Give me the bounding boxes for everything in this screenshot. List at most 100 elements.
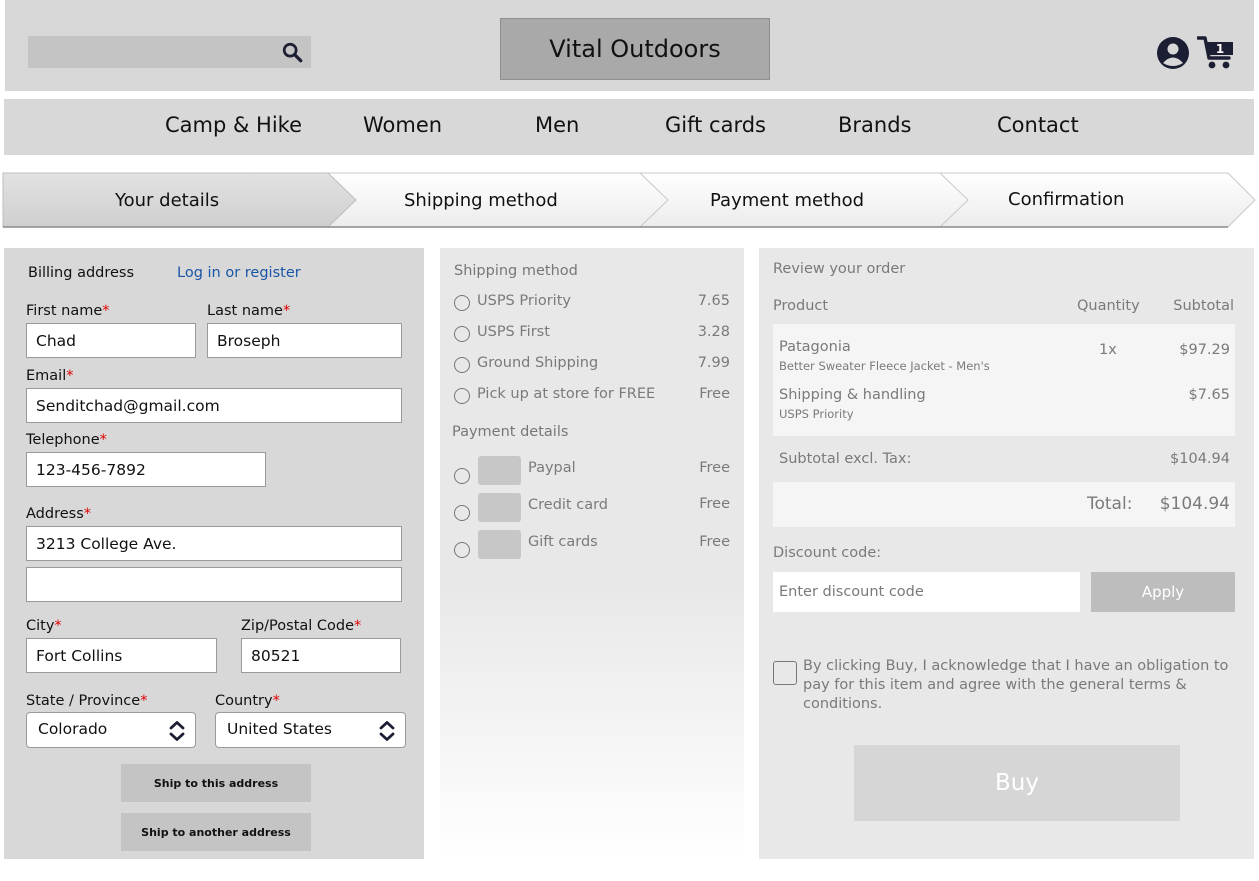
login-register-link[interactable]: Log in or register [177,265,301,281]
state-selected-value: Colorado [38,720,108,738]
step-your-details[interactable]: Your details [115,190,219,211]
radio-button[interactable] [454,326,470,342]
zip-label: Zip/Postal Code* [241,618,362,634]
site-header: Vital Outdoors 1 [5,0,1254,91]
payment-option-paypal[interactable]: Paypal Free [454,456,734,496]
address-line1-field[interactable] [26,526,402,561]
payment-option-label: Credit card [528,497,608,513]
telephone-field[interactable] [26,452,266,487]
paypal-logo-icon [478,456,521,485]
credit-card-logo-icon [478,493,521,522]
billing-panel: Billing address Log in or register First… [4,248,424,859]
shopping-cart-icon[interactable]: 1 [1197,34,1235,70]
column-subtotal: Subtotal [1173,298,1234,314]
gift-card-logo-icon [478,530,521,559]
shipping-option-label: Ground Shipping [477,355,599,371]
first-name-field[interactable] [26,323,196,358]
total-value: $104.94 [1159,494,1230,514]
state-select[interactable]: Colorado [26,712,196,748]
country-select[interactable]: United States [215,712,406,748]
radio-button[interactable] [454,542,470,558]
radio-button[interactable] [454,357,470,373]
city-label: City* [26,618,62,634]
address-line2-field[interactable] [26,567,402,602]
state-label: State / Province* [26,693,148,709]
main-navigation: Camp & Hike Women Men Gift cards Brands … [4,99,1254,155]
nav-item-women[interactable]: Women [363,113,442,137]
last-name-label: Last name* [207,303,291,319]
country-selected-value: United States [227,720,332,738]
search-icon[interactable] [281,41,303,63]
nav-item-brands[interactable]: Brands [838,113,912,137]
terms-checkbox[interactable] [773,661,797,685]
shipping-option-label: USPS First [477,324,550,340]
review-title: Review your order [773,261,906,277]
shipping-method-title: Shipping method [454,263,578,279]
payment-option-price: Free [699,534,730,550]
zip-field[interactable] [241,638,401,673]
item-price: $97.29 [1179,342,1230,358]
discount-code-label: Discount code: [773,545,882,561]
user-account-icon[interactable] [1156,36,1190,70]
nav-item-men[interactable]: Men [535,113,579,137]
payment-option-price: Free [699,496,730,512]
payment-option-gift-cards[interactable]: Gift cards Free [454,530,734,570]
nav-item-camp-hike[interactable]: Camp & Hike [165,113,302,137]
apply-discount-button[interactable]: Apply [1091,572,1235,612]
column-quantity: Quantity [1077,298,1140,314]
ship-to-another-address-button[interactable]: Ship to another address [121,813,311,851]
step-shipping-method[interactable]: Shipping method [404,190,558,211]
shipping-panel: Shipping method USPS Priority 7.65 USPS … [440,248,744,859]
shipping-option-usps-first[interactable]: USPS First 3.28 [454,324,734,344]
billing-title: Billing address [28,265,135,281]
radio-button[interactable] [454,295,470,311]
review-order-panel: Review your order Product Quantity Subto… [759,248,1254,859]
checkout-steps: Your details Shipping method Payment met… [0,171,1259,231]
last-name-field[interactable] [207,323,402,358]
payment-details-title: Payment details [452,424,569,440]
ship-to-this-address-button[interactable]: Ship to this address [121,764,311,802]
item-name: Patagonia [779,339,851,355]
terms-text: By clicking Buy, I acknowledge that I ha… [803,658,1229,712]
payment-option-label: Paypal [528,460,576,476]
step-payment-method[interactable]: Payment method [710,190,864,211]
search-input[interactable] [28,36,311,68]
shipping-option-price: Free [699,386,730,402]
radio-button[interactable] [454,388,470,404]
chevron-up-down-icon [169,721,185,741]
first-name-label: First name* [26,303,110,319]
shipping-option-price: 7.99 [697,355,730,371]
shipping-option-ground[interactable]: Ground Shipping 7.99 [454,355,734,375]
radio-button[interactable] [454,505,470,521]
site-logo[interactable]: Vital Outdoors [500,18,770,80]
shipping-line-description: USPS Priority [779,407,854,421]
payment-option-credit-card[interactable]: Credit card Free [454,493,734,533]
nav-item-contact[interactable]: Contact [997,113,1079,137]
total-label: Total: [1087,494,1133,514]
shipping-option-price: 7.65 [697,293,730,309]
telephone-label: Telephone* [26,432,107,448]
email-field[interactable] [26,388,402,423]
step-confirmation[interactable]: Confirmation [1008,189,1124,210]
nav-item-gift-cards[interactable]: Gift cards [665,113,766,137]
column-product: Product [773,298,829,314]
radio-button[interactable] [454,468,470,484]
buy-button[interactable]: Buy [854,745,1180,821]
discount-code-input[interactable] [773,572,1080,612]
address-label: Address* [26,506,91,522]
payment-option-label: Gift cards [528,534,598,550]
cart-count-badge: 1 [1216,42,1224,56]
city-field[interactable] [26,638,217,673]
shipping-option-usps-priority[interactable]: USPS Priority 7.65 [454,293,734,313]
country-label: Country* [215,693,280,709]
chevron-up-down-icon [379,721,395,741]
payment-option-price: Free [699,460,730,476]
subtotal-label: Subtotal excl. Tax: [779,451,912,467]
shipping-option-price: 3.28 [697,324,730,340]
item-quantity: 1x [1099,342,1117,358]
item-description: Better Sweater Fleece Jacket - Men's [779,359,990,373]
subtotal-value: $104.94 [1170,451,1230,467]
shipping-line-price: $7.65 [1188,387,1230,403]
shipping-option-label: Pick up at store for FREE [477,386,656,402]
shipping-option-store-pickup[interactable]: Pick up at store for FREE Free [454,386,734,406]
